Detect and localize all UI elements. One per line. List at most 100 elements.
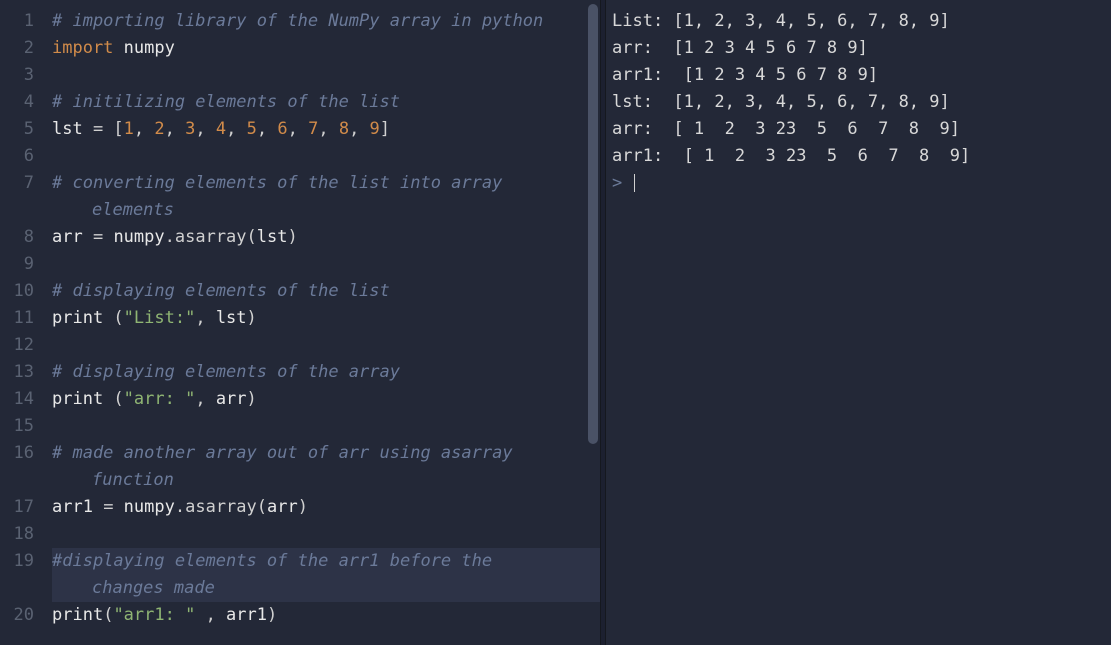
token-str: "arr1: " [113, 605, 195, 625]
line-number: 19 [0, 548, 44, 575]
code-line[interactable]: changes made [52, 575, 600, 602]
code-line[interactable]: print ("List:", lst) [52, 305, 600, 332]
line-number: 14 [0, 386, 44, 413]
line-number: 13 [0, 359, 44, 386]
token-comment: #displaying elements of the arr1 before … [52, 551, 502, 571]
token-op: ( [247, 227, 257, 247]
token-comment: # importing library of the NumPy array i… [52, 11, 543, 31]
token-op: . [175, 497, 185, 517]
output-line: arr: [1 2 3 4 5 6 7 8 9] [612, 35, 1111, 62]
token-op: ) [247, 308, 257, 328]
code-line[interactable] [52, 332, 600, 359]
editor-scrollbar[interactable] [586, 0, 600, 645]
scrollbar-thumb[interactable] [588, 4, 598, 444]
code-line[interactable]: print ("arr: ", arr) [52, 386, 600, 413]
token-op: ( [103, 605, 113, 625]
token-op: , [134, 119, 154, 139]
code-line[interactable]: arr1 = numpy.asarray(arr) [52, 494, 600, 521]
token-op: , [288, 119, 308, 139]
token-num: 2 [154, 119, 164, 139]
line-number: 1 [0, 8, 44, 35]
token-name: lst [216, 308, 247, 328]
output-line: List: [1, 2, 3, 4, 5, 6, 7, 8, 9] [612, 8, 1111, 35]
token-op: = [93, 497, 124, 517]
code-line[interactable]: arr = numpy.asarray(lst) [52, 224, 600, 251]
line-number: 7 [0, 170, 44, 197]
code-line[interactable]: #displaying elements of the arr1 before … [52, 548, 600, 575]
token-op: , [195, 605, 226, 625]
token-name: lst [52, 119, 83, 139]
code-line[interactable] [52, 413, 600, 440]
token-name: numpy [113, 227, 164, 247]
code-line[interactable]: # converting elements of the list into a… [52, 170, 600, 197]
line-number-gutter: 1234567891011121314151617181920 [0, 0, 44, 645]
token-op: ( [257, 497, 267, 517]
output-prompt[interactable]: > [612, 170, 1111, 197]
token-op: = [83, 227, 114, 247]
code-line[interactable] [52, 251, 600, 278]
token-num: 6 [277, 119, 287, 139]
token-op: , [257, 119, 277, 139]
token-name: print [52, 605, 103, 625]
code-line[interactable] [52, 62, 600, 89]
line-number: 9 [0, 251, 44, 278]
token-comment: # made another array out of arr using as… [52, 443, 523, 463]
token-num: 9 [370, 119, 380, 139]
line-number: 17 [0, 494, 44, 521]
prompt-symbol: > [612, 173, 632, 193]
code-line[interactable]: # made another array out of arr using as… [52, 440, 600, 467]
token-op: ) [298, 497, 308, 517]
token-op: ( [103, 308, 123, 328]
token-name: arr [216, 389, 247, 409]
code-line[interactable]: # displaying elements of the list [52, 278, 600, 305]
token-name: arr [52, 227, 83, 247]
token-kw: import [52, 38, 113, 58]
token-num: 1 [124, 119, 134, 139]
code-area[interactable]: # importing library of the NumPy array i… [44, 0, 600, 645]
code-line[interactable]: function [52, 467, 600, 494]
token-comment: # initilizing elements of the list [52, 92, 400, 112]
output-line: lst: [1, 2, 3, 4, 5, 6, 7, 8, 9] [612, 89, 1111, 116]
code-line[interactable]: # importing library of the NumPy array i… [52, 8, 600, 35]
token-comment: # displaying elements of the list [52, 281, 390, 301]
code-line[interactable]: import numpy [52, 35, 600, 62]
token-op: , [226, 119, 246, 139]
line-number: 3 [0, 62, 44, 89]
token-comment: elements [92, 200, 174, 220]
token-comment: changes made [92, 578, 215, 598]
token-op: ) [288, 227, 298, 247]
line-number: 10 [0, 278, 44, 305]
output-pane[interactable]: List: [1, 2, 3, 4, 5, 6, 7, 8, 9]arr: [1… [606, 0, 1111, 645]
token-op: , [195, 119, 215, 139]
output-line: arr: [ 1 2 3 23 5 6 7 8 9] [612, 116, 1111, 143]
line-number: 5 [0, 116, 44, 143]
code-line[interactable] [52, 143, 600, 170]
code-line[interactable]: # initilizing elements of the list [52, 89, 600, 116]
line-number: 16 [0, 440, 44, 467]
token-op: ( [103, 389, 123, 409]
code-line[interactable]: print("arr1: " , arr1) [52, 602, 600, 629]
token-comment: # displaying elements of the array [52, 362, 400, 382]
line-number: 11 [0, 305, 44, 332]
token-num: 3 [185, 119, 195, 139]
token-op: , [318, 119, 338, 139]
line-number: 18 [0, 521, 44, 548]
line-number [0, 197, 44, 224]
line-number [0, 575, 44, 602]
output-line: arr1: [1 2 3 4 5 6 7 8 9] [612, 62, 1111, 89]
line-number: 12 [0, 332, 44, 359]
line-number: 4 [0, 89, 44, 116]
token-op: , [195, 389, 215, 409]
code-line[interactable] [52, 521, 600, 548]
code-line[interactable]: # displaying elements of the array [52, 359, 600, 386]
code-line[interactable]: lst = [1, 2, 3, 4, 5, 6, 7, 8, 9] [52, 116, 600, 143]
token-op [113, 38, 123, 58]
token-name: numpy [124, 38, 175, 58]
code-line[interactable]: elements [52, 197, 600, 224]
token-op: ) [267, 605, 277, 625]
token-func: asarray [185, 497, 257, 517]
token-op: . [165, 227, 175, 247]
code-editor-pane[interactable]: 1234567891011121314151617181920 # import… [0, 0, 600, 645]
line-number: 6 [0, 143, 44, 170]
token-name: print [52, 308, 103, 328]
